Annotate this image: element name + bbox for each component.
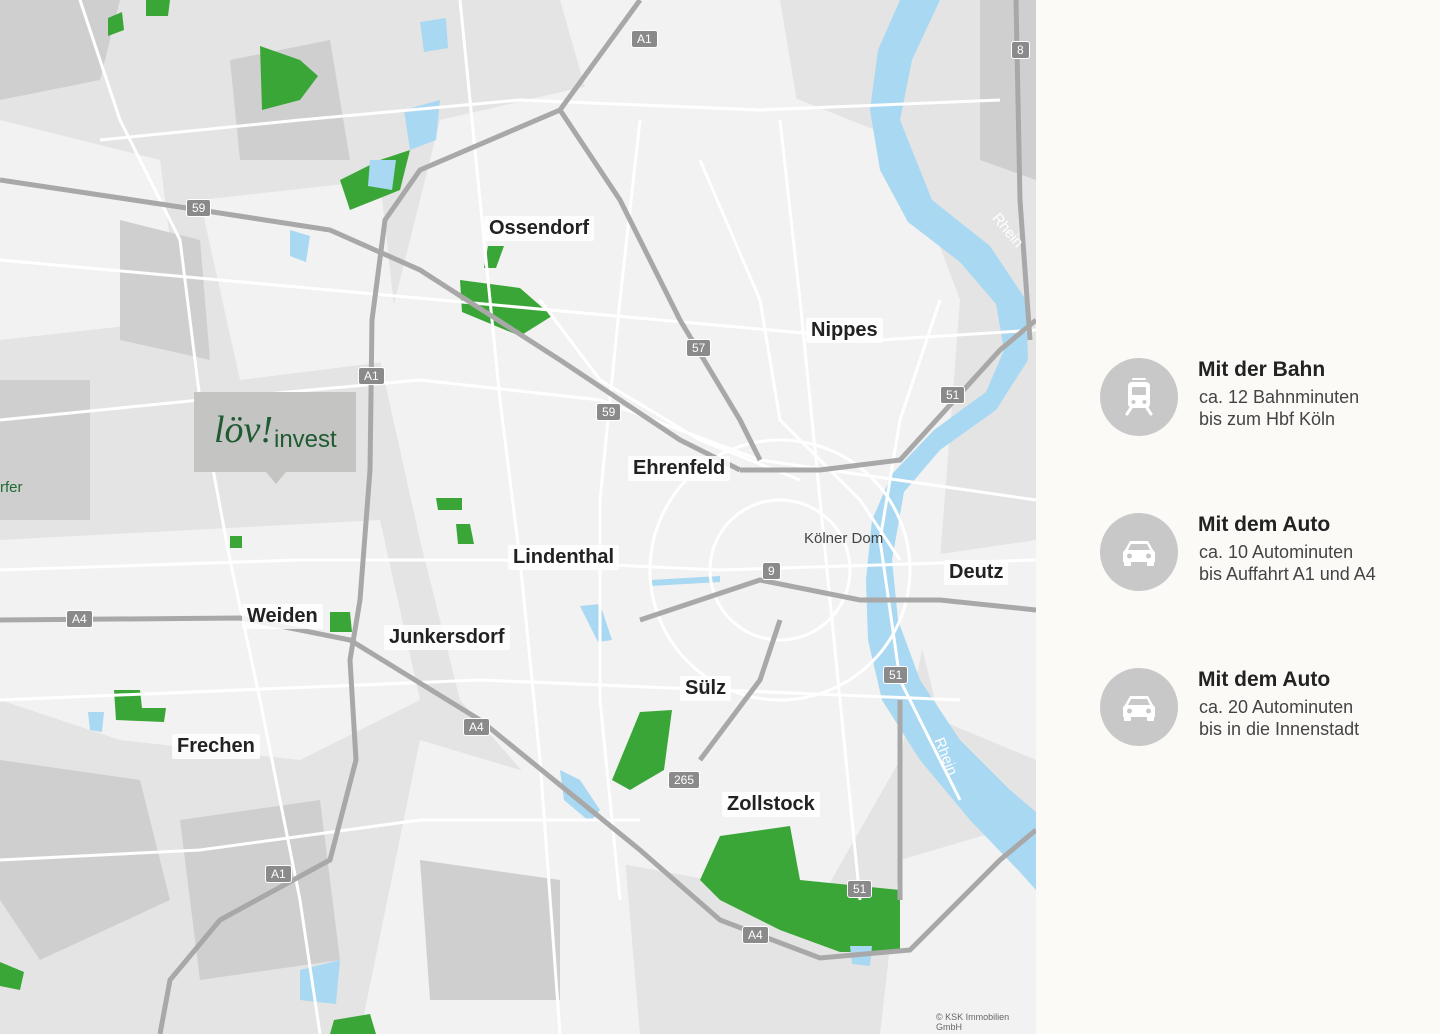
road-shield-51: 51 bbox=[847, 880, 873, 898]
legend-detail-line: bis in die Innenstadt bbox=[1199, 719, 1360, 739]
district-label-nippes: Nippes bbox=[806, 318, 883, 343]
road-shield-9: 9 bbox=[762, 562, 781, 580]
district-label-junkersdorf: Junkersdorf bbox=[384, 625, 510, 650]
district-label-ossendorf: Ossendorf bbox=[484, 216, 595, 241]
lov-invest-logo: löv! invest bbox=[194, 392, 356, 484]
legend-detail-line: bis zum Hbf Köln bbox=[1199, 409, 1336, 429]
map-copyright: © KSK Immobilien GmbH bbox=[936, 1012, 1010, 1032]
logo-pin-pointer bbox=[266, 472, 286, 484]
road-shield-51: 51 bbox=[940, 386, 966, 404]
district-label-sulz: Sülz bbox=[680, 676, 732, 701]
legend-item-car-city: Mit dem Auto ca. 20 Autominuten bis in d… bbox=[1100, 668, 1430, 748]
district-label-frechen: Frechen bbox=[172, 734, 260, 759]
road-shield-57: 57 bbox=[686, 339, 712, 357]
car-icon bbox=[1100, 668, 1178, 746]
edge-place-label: rfer bbox=[0, 479, 23, 496]
district-label-weiden: Weiden bbox=[242, 604, 323, 629]
road-shield-265: 265 bbox=[668, 771, 701, 789]
legend-item-train: Mit der Bahn ca. 12 Bahnminuten bis zum … bbox=[1100, 358, 1430, 438]
legend-detail-line: ca. 12 Bahnminuten bbox=[1199, 387, 1360, 407]
road-shield-a1: A1 bbox=[265, 865, 292, 883]
map-canvas bbox=[0, 0, 1036, 1034]
road-shield-8: 8 bbox=[1011, 41, 1030, 59]
train-icon bbox=[1100, 358, 1178, 436]
district-label-zollstock: Zollstock bbox=[722, 792, 820, 817]
road-shield-a4: A4 bbox=[66, 610, 93, 628]
district-label-deutz: Deutz bbox=[944, 560, 1009, 585]
legend-detail-line: ca. 20 Autominuten bbox=[1199, 697, 1354, 717]
road-shield-59: 59 bbox=[186, 199, 212, 217]
legend-title: Mit dem Auto bbox=[1198, 668, 1331, 691]
road-shield-a1: A1 bbox=[358, 367, 385, 385]
district-label-ehrenfeld: Ehrenfeld bbox=[628, 456, 731, 481]
road-shield-59: 59 bbox=[596, 403, 622, 421]
legend-detail-line: ca. 10 Autominuten bbox=[1199, 542, 1354, 562]
city-map[interactable]: löv! invest rfer Ossendorf Nippes Ehrenf… bbox=[0, 0, 1036, 1034]
legend-title: Mit der Bahn bbox=[1198, 358, 1326, 381]
legend-item-car-highway: Mit dem Auto ca. 10 Autominuten bis Auff… bbox=[1100, 513, 1430, 593]
travel-time-legend: Mit der Bahn ca. 12 Bahnminuten bis zum … bbox=[1036, 0, 1440, 1034]
legend-detail-line: bis Auffahrt A1 und A4 bbox=[1199, 564, 1376, 584]
legend-title: Mit dem Auto bbox=[1198, 513, 1331, 536]
district-label-lindenthal: Lindenthal bbox=[508, 545, 620, 570]
road-shield-a4: A4 bbox=[742, 926, 769, 944]
road-shield-a1: A1 bbox=[631, 30, 658, 48]
logo-suffix-text: invest bbox=[274, 426, 337, 453]
car-icon bbox=[1100, 513, 1178, 591]
logo-brand-text: löv! bbox=[214, 409, 274, 451]
road-shield-a4: A4 bbox=[463, 718, 490, 736]
poi-label-kolner-dom: Kölner Dom bbox=[804, 530, 884, 547]
road-shield-51: 51 bbox=[883, 666, 909, 684]
